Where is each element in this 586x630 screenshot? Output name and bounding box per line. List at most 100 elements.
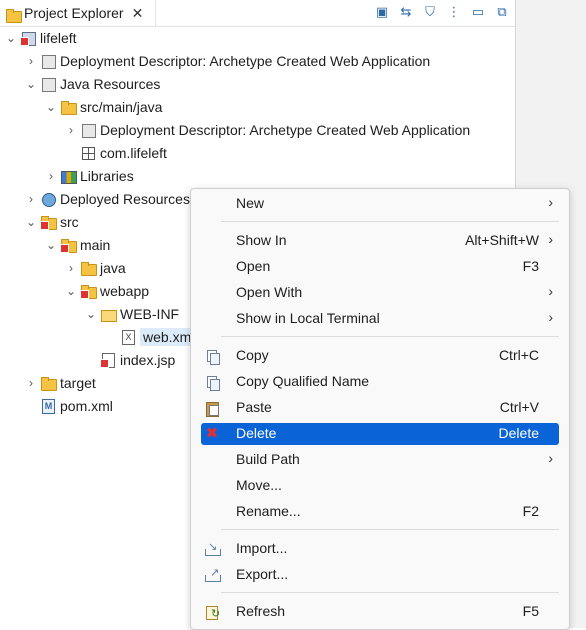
submenu-arrow-icon: › (548, 309, 553, 325)
tree-node-label: WEB-INF (120, 306, 180, 322)
project-icon (20, 30, 36, 46)
tree-node-label: src (60, 214, 79, 230)
menu-item-show-in-local-terminal[interactable]: Show in Local Terminal › (201, 308, 559, 330)
maximize-icon[interactable]: ⧉ (493, 3, 511, 21)
export-icon (204, 566, 221, 583)
tree-node[interactable]: › java (64, 257, 126, 279)
refresh-icon (204, 604, 220, 620)
expanded-arrow-icon[interactable]: ⌄ (44, 238, 58, 252)
tree-node-label: lifeleft (40, 30, 77, 46)
view-menu-icon[interactable]: ⋮ (445, 3, 463, 21)
tree-node[interactable]: index.jsp (84, 349, 175, 371)
tree-node-label: com.lifeleft (100, 145, 167, 161)
tree-node-label: Deployment Descriptor: Archetype Created… (60, 53, 431, 69)
java-resources-icon (40, 76, 56, 92)
tree-node[interactable]: ⌄ lifeleft (4, 27, 77, 49)
collapsed-arrow-icon[interactable]: › (24, 192, 38, 206)
libraries-icon (60, 168, 77, 184)
tree-node[interactable]: › Libraries (44, 165, 134, 187)
menu-item-move[interactable]: Move... (201, 475, 559, 497)
descriptor-icon (40, 53, 56, 69)
error-marker-icon (100, 359, 109, 368)
paste-icon (204, 400, 220, 417)
menu-item-delete[interactable]: ✖ Delete Delete (201, 423, 559, 445)
tree-node[interactable]: ⌄ WEB-INF (84, 303, 179, 325)
menu-separator (221, 592, 559, 593)
source-folder-icon (60, 99, 77, 115)
collapse-all-icon[interactable]: ▣ (373, 3, 391, 21)
menu-item-refresh[interactable]: Refresh F5 (201, 601, 559, 623)
package-icon (80, 145, 96, 161)
submenu-arrow-icon: › (548, 450, 553, 466)
tree-node[interactable]: ⌄ src/main/java (44, 96, 162, 118)
view-toolbar: ▣ ⇆ ⛉ ⋮ ▭ ⧉ (373, 3, 511, 21)
menu-item-new[interactable]: New › (201, 193, 559, 215)
menu-separator (221, 529, 559, 530)
menu-item-open-with[interactable]: Open With › (201, 282, 559, 304)
error-marker-icon (80, 290, 89, 299)
collapsed-arrow-icon[interactable]: › (24, 54, 38, 68)
expanded-arrow-icon[interactable]: ⌄ (4, 31, 18, 45)
view-tab-bar: Project Explorer ✕ ▣ ⇆ ⛉ ⋮ ▭ ⧉ (0, 0, 515, 27)
collapsed-arrow-icon[interactable]: › (64, 261, 78, 275)
minimize-icon[interactable]: ▭ (469, 3, 487, 21)
expanded-arrow-icon[interactable]: ⌄ (24, 77, 38, 91)
expanded-arrow-icon[interactable]: ⌄ (44, 100, 58, 114)
tree-node-label: pom.xml (60, 398, 113, 414)
error-marker-icon (40, 221, 49, 230)
folder-error-icon (80, 283, 97, 299)
collapsed-arrow-icon[interactable]: › (44, 169, 58, 183)
link-with-editor-icon[interactable]: ⇆ (397, 3, 415, 21)
folder-error-icon (60, 237, 77, 253)
tree-node[interactable]: › Deployed Resources (24, 188, 190, 210)
submenu-arrow-icon: › (548, 194, 553, 210)
expanded-arrow-icon[interactable]: ⌄ (64, 284, 78, 298)
tree-node-label: web.xml (140, 328, 198, 346)
tree-node[interactable]: pom.xml (24, 395, 113, 417)
tree-node-label: Java Resources (60, 76, 161, 92)
folder-error-icon (40, 214, 57, 230)
menu-item-import[interactable]: Import... (201, 538, 559, 560)
collapsed-arrow-icon[interactable]: › (24, 376, 38, 390)
menu-item-paste[interactable]: Paste Ctrl+V (201, 397, 559, 419)
menu-item-build-path[interactable]: Build Path › (201, 449, 559, 471)
submenu-arrow-icon: › (548, 283, 553, 299)
tree-node[interactable]: ⌄ main (44, 234, 110, 256)
menu-item-copy-qualified-name[interactable]: Copy Qualified Name (201, 371, 559, 393)
expanded-arrow-icon[interactable]: ⌄ (84, 307, 98, 321)
tree-node[interactable]: › Deployment Descriptor: Archetype Create… (24, 50, 430, 72)
tree-node[interactable]: › target (24, 372, 96, 394)
tree-node-label: Deployed Resources (60, 191, 190, 207)
delete-icon: ✖ (205, 425, 219, 442)
tree-node[interactable]: ⌄ webapp (64, 280, 149, 302)
folder-icon (80, 260, 97, 276)
expanded-arrow-icon[interactable]: ⌄ (24, 215, 38, 229)
menu-item-rename[interactable]: Rename... F2 (201, 501, 559, 523)
collapsed-arrow-icon[interactable]: › (64, 123, 78, 137)
close-tab-icon[interactable]: ✕ (132, 5, 144, 22)
tree-node[interactable]: ⌄ Java Resources (24, 73, 160, 95)
menu-item-show-in[interactable]: Show In Alt+Shift+W › (201, 230, 559, 252)
tree-node[interactable]: ⌄ src (24, 211, 79, 233)
menu-item-copy[interactable]: Copy Ctrl+C (201, 345, 559, 367)
tab-title: Project Explorer (24, 5, 124, 21)
filter-icon[interactable]: ⛉ (421, 3, 439, 21)
tree-node[interactable]: web.xml (104, 326, 198, 348)
pom-file-icon (40, 398, 56, 414)
menu-item-open[interactable]: Open F3 (201, 256, 559, 278)
tree-node-label: Deployment Descriptor: Archetype Created… (100, 122, 471, 138)
menu-separator (221, 221, 559, 222)
menu-separator (221, 336, 559, 337)
menu-item-export[interactable]: Export... (201, 564, 559, 586)
tree-node[interactable]: › Deployment Descriptor: Archetype Create… (64, 119, 470, 141)
folder-open-icon (100, 306, 117, 322)
tree-node-label: Libraries (80, 168, 134, 184)
tree-node[interactable]: com.lifeleft (64, 142, 167, 164)
project-explorer-tab[interactable]: Project Explorer ✕ (0, 0, 156, 26)
tree-node-label: src/main/java (80, 99, 163, 115)
xml-file-icon (120, 329, 136, 345)
folder-icon (40, 375, 57, 391)
